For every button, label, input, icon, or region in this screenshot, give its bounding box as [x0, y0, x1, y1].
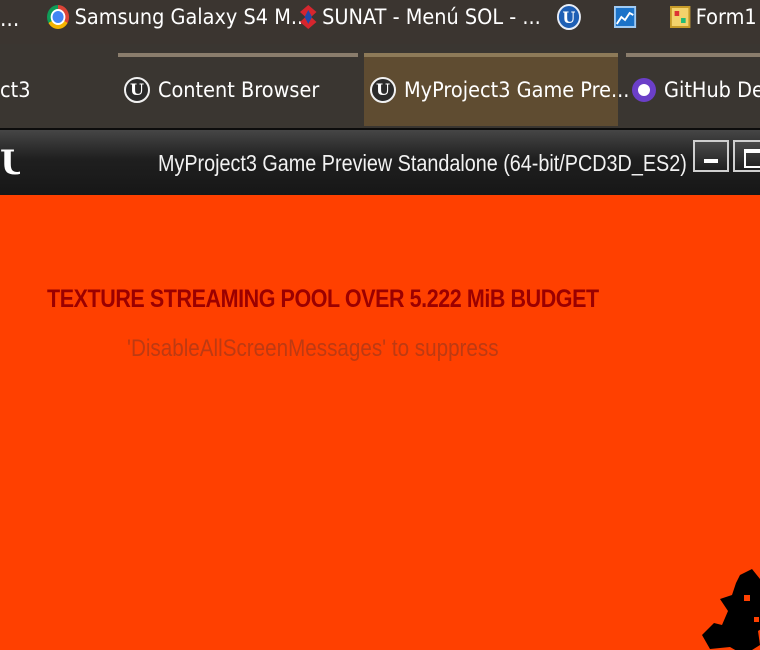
- taskbar-item-chart-app[interactable]: [614, 0, 637, 34]
- form-app-icon: [670, 6, 691, 28]
- taskbar-item-label: SUNAT - Menú SOL - ...: [322, 5, 541, 29]
- taskbar-item-sunat[interactable]: SUNAT - Menú SOL - ...: [300, 0, 541, 34]
- texture-streaming-warning: TEXTURE STREAMING POOL OVER 5.222 MiB BU…: [47, 285, 599, 313]
- taskbar-item-form1[interactable]: Form1: [670, 0, 757, 34]
- unreal-engine-icon: U: [557, 4, 581, 30]
- taskbar-tab-label: MyProject3 Game Pre...: [404, 77, 630, 102]
- game-object-silhouette: [702, 569, 760, 650]
- taskbar-tab-label: ct3: [0, 77, 31, 102]
- sunat-icon: [300, 5, 317, 29]
- minimize-button[interactable]: [693, 140, 729, 172]
- taskbar-second-row: ct3 U Content Browser U MyProject3 Game …: [0, 44, 760, 128]
- taskbar-item-label: Form1: [695, 5, 757, 29]
- suppress-hint: 'DisableAllScreenMessages' to suppress: [127, 335, 499, 362]
- game-viewport[interactable]: TEXTURE STREAMING POOL OVER 5.222 MiB BU…: [0, 195, 760, 650]
- taskbar-tab-content-browser[interactable]: U Content Browser: [118, 53, 358, 126]
- taskbar-tab-project[interactable]: ct3: [0, 53, 106, 126]
- taskbar-item-label: Samsung Galaxy S4 M...: [74, 5, 310, 29]
- taskbar-tab-label: Content Browser: [158, 77, 320, 102]
- taskbar-item-chrome-samsung[interactable]: Samsung Galaxy S4 M...: [47, 0, 309, 34]
- unreal-logo-icon: U: [0, 144, 20, 182]
- unreal-engine-icon: U: [124, 76, 150, 103]
- taskbar-tab-github-desktop[interactable]: GitHub Desk: [626, 53, 760, 126]
- chrome-icon: [47, 5, 70, 29]
- unreal-engine-icon: U: [370, 76, 396, 103]
- maximize-button[interactable]: [733, 140, 760, 172]
- window-title-bar[interactable]: U MyProject3 Game Preview Standalone (64…: [0, 128, 760, 195]
- window-title: MyProject3 Game Preview Standalone (64-b…: [158, 150, 687, 176]
- taskbar-item-label: ...: [0, 6, 20, 32]
- taskbar-tab-game-preview[interactable]: U MyProject3 Game Pre...: [364, 53, 629, 126]
- tab-accent-bar: [364, 53, 618, 57]
- taskbar-item-truncated[interactable]: ...: [0, 2, 19, 36]
- taskbar-item-unreal[interactable]: U: [557, 0, 581, 34]
- taskbar-tab-label: GitHub Desk: [664, 77, 760, 102]
- github-icon: [632, 77, 656, 102]
- tab-accent-bar: [118, 53, 358, 57]
- tab-accent-bar: [626, 53, 760, 57]
- chart-app-icon: [614, 6, 637, 28]
- taskbar-top-row: ... Samsung Galaxy S4 M... SUNAT - Menú …: [0, 0, 760, 44]
